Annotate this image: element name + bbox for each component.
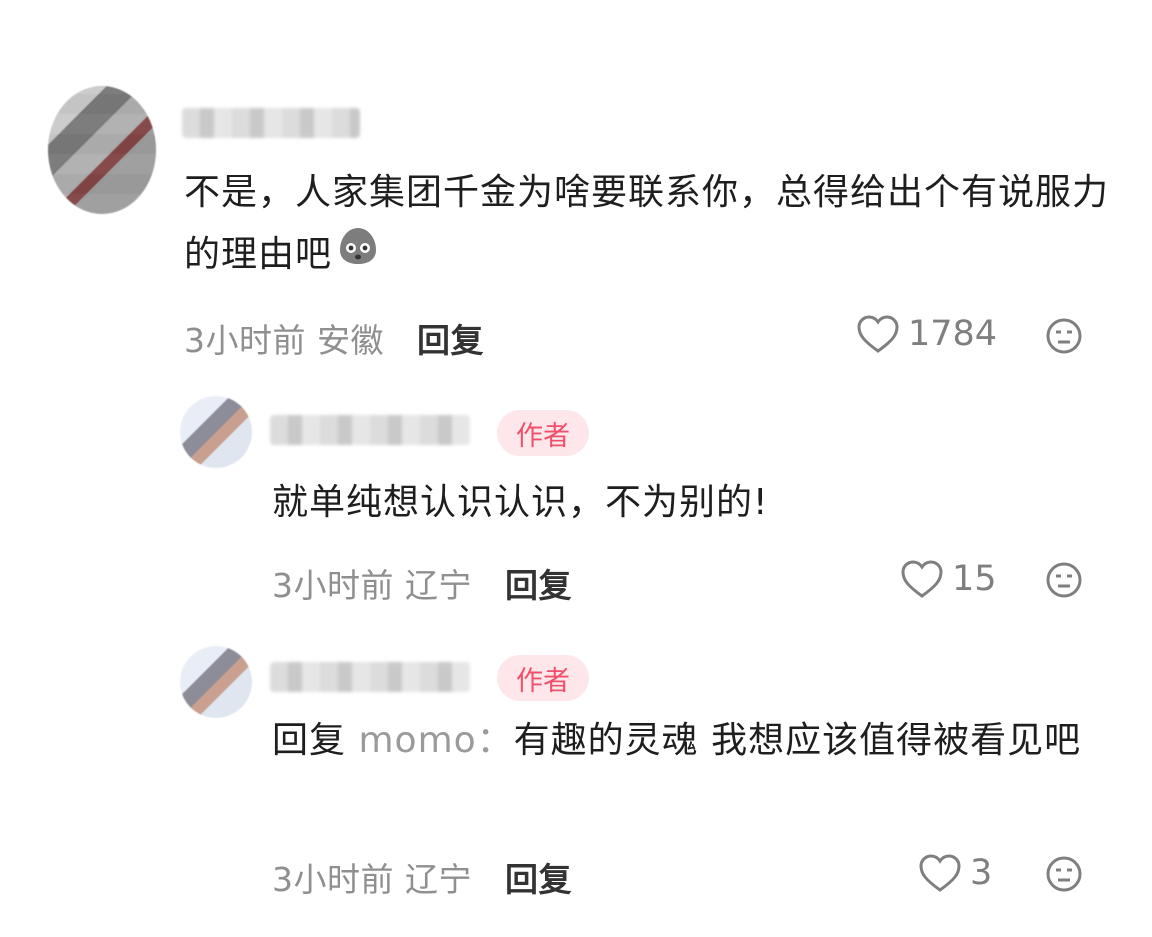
avatar[interactable]: [180, 646, 252, 718]
reply-button[interactable]: 回复: [505, 860, 572, 899]
comment-meta: 3小时前 安徽 回复: [184, 314, 484, 362]
comment-text: 回复 momo：有趣的灵魂 我想应该值得被看见吧: [272, 720, 1082, 761]
neutral-face-icon[interactable]: [1046, 856, 1082, 892]
comment-location: 安徽: [317, 321, 384, 360]
comment-location: 辽宁: [405, 566, 472, 605]
like-count: 1784: [908, 314, 998, 354]
reply-prefix: 回复: [272, 720, 347, 761]
heart-outline-icon: [901, 560, 943, 598]
like-count: 3: [970, 853, 993, 893]
comment-meta: 3小时前 辽宁 回复: [272, 559, 572, 607]
comment-time: 3小时前: [272, 566, 394, 605]
reply-button[interactable]: 回复: [417, 321, 484, 360]
username[interactable]: [270, 415, 470, 445]
username[interactable]: [182, 108, 360, 138]
like-button[interactable]: 15: [900, 559, 997, 599]
avatar[interactable]: [48, 86, 156, 214]
neutral-face-icon[interactable]: [1046, 318, 1082, 354]
comment-location: 辽宁: [405, 860, 472, 899]
mention-link[interactable]: momo：: [358, 720, 513, 761]
comment-time: 3小时前: [184, 321, 306, 360]
like-count: 15: [952, 559, 997, 599]
heart-outline-icon: [857, 315, 899, 353]
neutral-face-icon[interactable]: [1046, 562, 1082, 598]
heart-outline-icon: [919, 854, 961, 892]
comment-text: 就单纯想认识认识，不为别的!: [272, 482, 769, 523]
reply-button[interactable]: 回复: [505, 566, 572, 605]
comment-time: 3小时前: [272, 860, 394, 899]
username[interactable]: [270, 662, 470, 692]
author-badge: 作者: [497, 410, 589, 456]
comment-text: 不是，人家集团千金为啥要联系你，总得给出个有说服力的理由吧: [184, 162, 1124, 288]
face-emoji-icon: [336, 224, 380, 288]
avatar[interactable]: [180, 396, 252, 468]
like-button[interactable]: 1784: [856, 314, 997, 354]
comment-meta: 3小时前 辽宁 回复: [272, 853, 572, 901]
like-button[interactable]: 3: [918, 853, 992, 893]
author-badge: 作者: [497, 655, 589, 701]
